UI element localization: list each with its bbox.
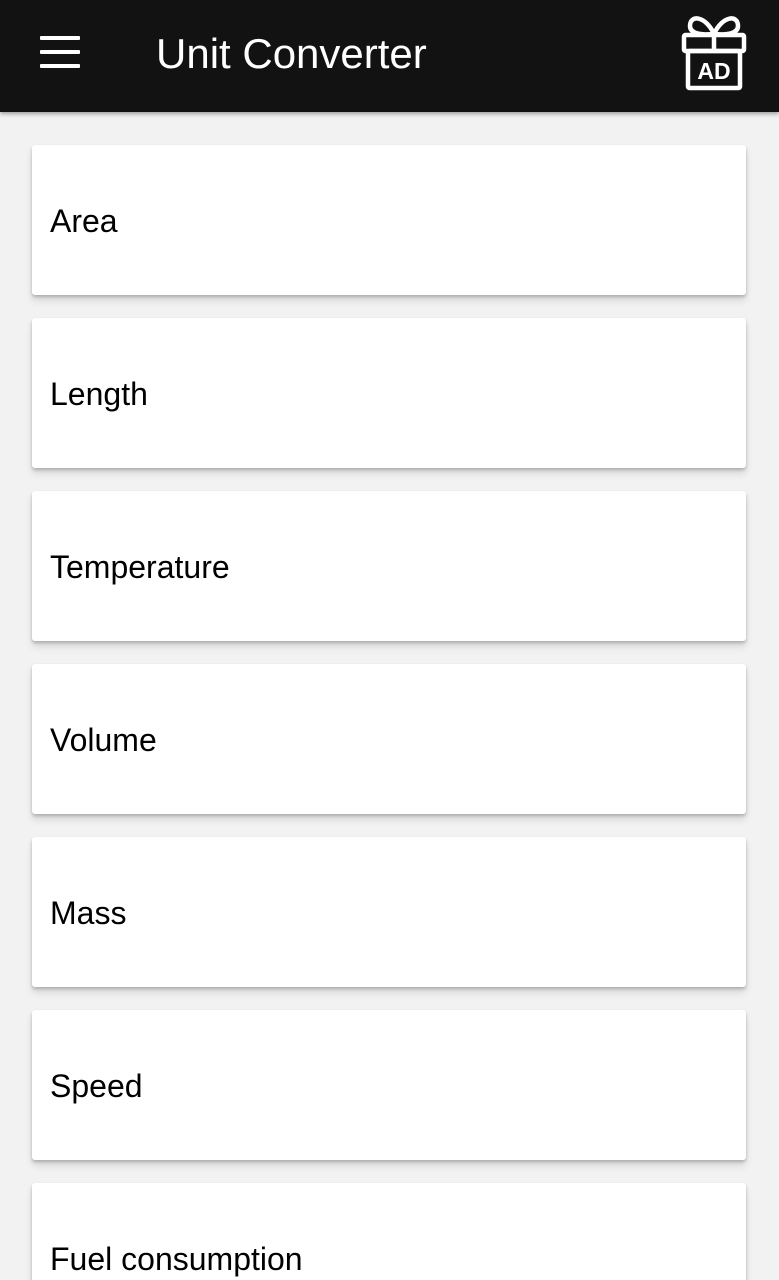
category-label: Length [50,376,148,412]
ad-label: AD [697,58,730,84]
category-card-mass[interactable]: Mass [32,837,746,987]
category-card-volume[interactable]: Volume [32,664,746,814]
category-label: Volume [50,722,157,758]
category-card-speed[interactable]: Speed [32,1010,746,1160]
category-card-area[interactable]: Area [32,145,746,295]
ad-gift-button[interactable]: AD [676,8,752,96]
category-card-fuel-consumption[interactable]: Fuel consumption [32,1183,746,1280]
gift-ad-icon: AD [681,16,747,91]
app-title: Unit Converter [156,30,427,77]
app-bar: Unit Converter AD [0,0,779,112]
category-label: Temperature [50,549,230,585]
menu-button[interactable] [26,28,94,78]
category-label: Speed [50,1068,143,1104]
category-list[interactable]: Area Length Temperature Volume Mass Spee… [0,112,779,1280]
category-card-length[interactable]: Length [32,318,746,468]
category-label: Mass [50,895,127,931]
category-card-temperature[interactable]: Temperature [32,491,746,641]
category-label: Area [50,203,118,239]
category-label: Fuel consumption [50,1241,303,1277]
